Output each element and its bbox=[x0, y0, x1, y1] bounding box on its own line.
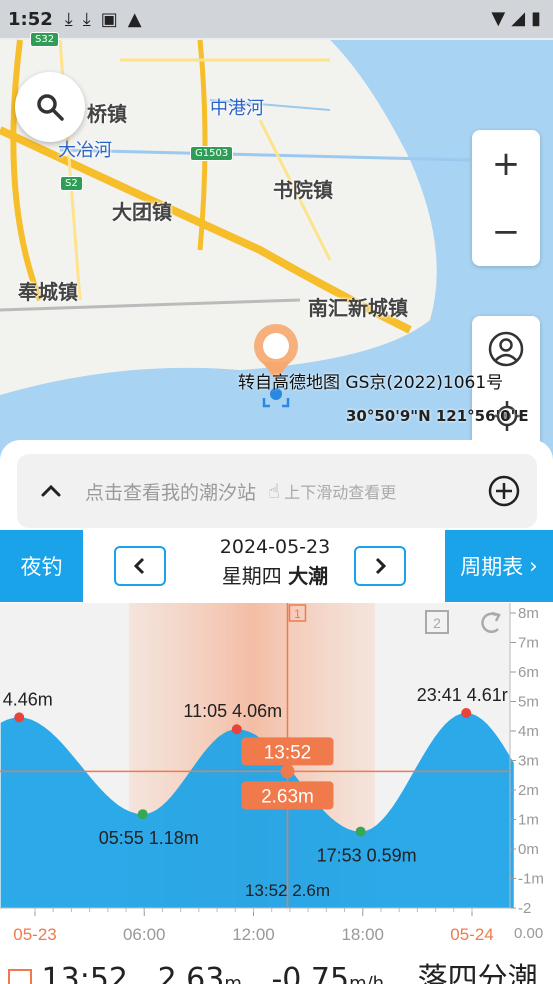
y-tick-label: 2m bbox=[518, 782, 539, 799]
x-tick-label: 05-24 bbox=[450, 925, 493, 943]
y-tick-label: -2 bbox=[518, 900, 531, 917]
readout-height: 2.63 bbox=[157, 962, 225, 984]
corner-label: 0.00 bbox=[514, 925, 543, 942]
map-label: 中港河 bbox=[210, 98, 264, 119]
cursor-height-label: 2.63m bbox=[261, 786, 314, 807]
status-bar: 1:52 ⤓ ⤓ ▣ ▲ ▼ ◢ ▮ bbox=[0, 0, 553, 38]
weekday-text: 星期四 bbox=[221, 564, 282, 588]
account-button[interactable] bbox=[487, 330, 525, 372]
road-shield: S32 bbox=[30, 32, 60, 47]
date-display: 2024-05-23 星期四 大潮 bbox=[190, 536, 360, 589]
map-view[interactable]: 1:52 ⤓ ⤓ ▣ ▲ ▼ ◢ ▮ S32 G1503 S2 桥镇 中港河 大… bbox=[0, 0, 553, 470]
readout-height-unit: m bbox=[224, 973, 242, 984]
tide-chart-svg[interactable]: -2 -1m 0m 1m 2m 3m 4m 5m 6m 7m 8m 05-23 06:00 12:00 18… bbox=[0, 603, 553, 944]
low-tide-dot[interactable] bbox=[355, 826, 366, 837]
download-icon: ⤓ bbox=[82, 8, 91, 30]
location-pin-icon[interactable] bbox=[248, 318, 308, 410]
tide-type-text: 大潮 bbox=[288, 564, 329, 588]
chevron-left-icon bbox=[133, 557, 145, 575]
chevron-right-icon bbox=[375, 557, 387, 575]
y-tick-label: 3m bbox=[518, 753, 539, 770]
map-coordinates: 30°50'9"N 121°56'0"E bbox=[346, 407, 529, 425]
readout-time: 13:52 bbox=[41, 962, 129, 984]
y-tick-label: 6m bbox=[518, 664, 539, 681]
search-icon bbox=[37, 94, 64, 121]
date-text: 2024-05-23 bbox=[219, 536, 331, 558]
y-tick-label: -1m bbox=[518, 871, 544, 888]
marker-1-icon bbox=[8, 968, 32, 984]
wifi-icon: ▼ bbox=[491, 8, 506, 29]
y-tick-label: 0m bbox=[518, 841, 539, 858]
swipe-hand-icon: ☝ bbox=[268, 479, 281, 503]
image-icon: ▲ bbox=[127, 8, 142, 30]
cursor-bottom-label: 13:52 2.6m bbox=[245, 881, 330, 900]
tide-chart[interactable]: -2 -1m 0m 1m 2m 3m 4m 5m 6m 7m 8m 05-23 06:00 12:00 18… bbox=[0, 603, 553, 944]
y-tick-label: 1m bbox=[518, 812, 539, 829]
marker-1-number: 1 bbox=[294, 607, 301, 621]
add-station-icon[interactable] bbox=[487, 474, 521, 508]
swipe-hint: ☝ 上下滑动查看更 bbox=[268, 479, 396, 503]
search-button[interactable] bbox=[15, 72, 85, 142]
weekday-line: 星期四 大潮 bbox=[190, 560, 360, 589]
download-icon: ⤓ bbox=[64, 8, 73, 30]
tide-panel: 点击查看我的潮汐站 ☝ 上下滑动查看更 夜钓 2024-05-23 星期四 大潮 bbox=[0, 440, 553, 984]
date-nav: 夜钓 2024-05-23 星期四 大潮 周期表 › bbox=[0, 530, 553, 602]
y-tick-label: 5m bbox=[518, 694, 539, 711]
map-label: 桥镇 bbox=[87, 102, 127, 126]
status-time: 1:52 bbox=[8, 8, 53, 30]
chevron-up-icon[interactable] bbox=[39, 483, 63, 499]
night-fishing-button[interactable]: 夜钓 bbox=[0, 530, 83, 602]
x-tick-label: 05-23 bbox=[13, 925, 56, 943]
notification-icons: ⤓ ⤓ ▣ ▲ bbox=[65, 9, 142, 30]
road-shield: G1503 bbox=[190, 146, 234, 161]
next-day-button[interactable] bbox=[354, 546, 406, 586]
map-label: 南汇新城镇 bbox=[308, 296, 408, 320]
low-tide-label: 05:55 1.18m bbox=[99, 828, 199, 848]
high-tide-label: 23:41 4.61r bbox=[417, 685, 508, 705]
cursor-time-label: 13:52 bbox=[264, 742, 312, 763]
road-shield: S2 bbox=[60, 176, 83, 191]
high-tide-dot[interactable] bbox=[14, 712, 25, 723]
y-tick-label: 7m bbox=[518, 635, 539, 652]
cursor-point[interactable] bbox=[280, 764, 295, 779]
low-tide-dot[interactable] bbox=[137, 809, 148, 820]
high-tide-label: 08 4.46m bbox=[0, 689, 53, 709]
signal-icon: ◢ bbox=[511, 8, 526, 29]
x-tick-label: 18:00 bbox=[341, 925, 384, 943]
user-icon bbox=[488, 331, 524, 367]
high-tide-dot[interactable] bbox=[231, 724, 242, 735]
map-label: 大团镇 bbox=[112, 200, 172, 224]
zoom-controls: + − bbox=[472, 130, 540, 266]
y-tick-label: 4m bbox=[518, 723, 539, 740]
tide-readout: 13:52 2.63m -0.75m/h 落四分潮 bbox=[0, 954, 553, 984]
map-label: 书院镇 bbox=[273, 178, 333, 202]
zoom-in-button[interactable]: + bbox=[472, 130, 540, 198]
x-tick-label: 12:00 bbox=[232, 925, 275, 943]
prev-day-button[interactable] bbox=[114, 546, 166, 586]
x-tick-label: 06:00 bbox=[123, 925, 166, 943]
high-tide-dot[interactable] bbox=[461, 708, 472, 719]
map-label: 大冶河 bbox=[58, 140, 112, 161]
y-tick-label: 8m bbox=[518, 605, 539, 622]
low-tide-label: 17:53 0.59m bbox=[317, 846, 417, 866]
high-tide-label: 11:05 4.06m bbox=[183, 701, 282, 721]
station-prompt[interactable]: 点击查看我的潮汐站 bbox=[85, 478, 256, 505]
readout-rate: -0.75 bbox=[271, 962, 350, 984]
station-bar[interactable]: 点击查看我的潮汐站 ☝ 上下滑动查看更 bbox=[17, 454, 537, 528]
chevron-right-icon: › bbox=[529, 554, 538, 578]
period-table-button[interactable]: 周期表 › bbox=[445, 530, 553, 602]
map-copyright: 转自高德地图 GS京(2022)1061号 bbox=[238, 373, 504, 393]
zoom-out-button[interactable]: − bbox=[472, 198, 540, 266]
swipe-hint-text: 上下滑动查看更 bbox=[284, 483, 397, 502]
period-table-label: 周期表 bbox=[460, 555, 524, 579]
readout-rate-unit: m/h bbox=[349, 973, 385, 984]
app-icon: ▣ bbox=[100, 8, 118, 30]
map-label: 奉城镇 bbox=[18, 280, 78, 304]
marker-2-number: 2 bbox=[433, 615, 441, 631]
battery-icon: ▮ bbox=[531, 8, 541, 29]
readout-state: 落四分潮 bbox=[417, 962, 538, 984]
